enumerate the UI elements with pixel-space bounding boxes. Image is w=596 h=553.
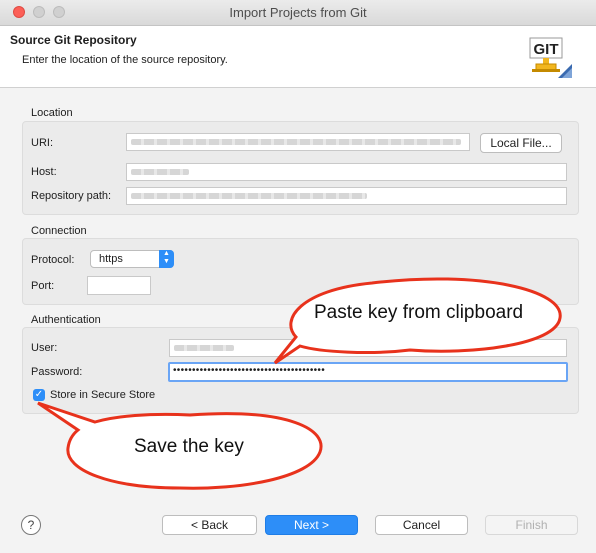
paste-callout-text: Paste key from clipboard <box>314 302 524 323</box>
help-icon[interactable]: ? <box>21 515 41 535</box>
annotation-overlay <box>37 277 562 490</box>
cancel-button[interactable]: Cancel <box>375 515 468 535</box>
save-callout-text: Save the key <box>134 436 244 457</box>
next-button[interactable]: Next > <box>265 515 358 535</box>
finish-button[interactable]: Finish <box>485 515 578 535</box>
back-button[interactable]: < Back <box>162 515 257 535</box>
